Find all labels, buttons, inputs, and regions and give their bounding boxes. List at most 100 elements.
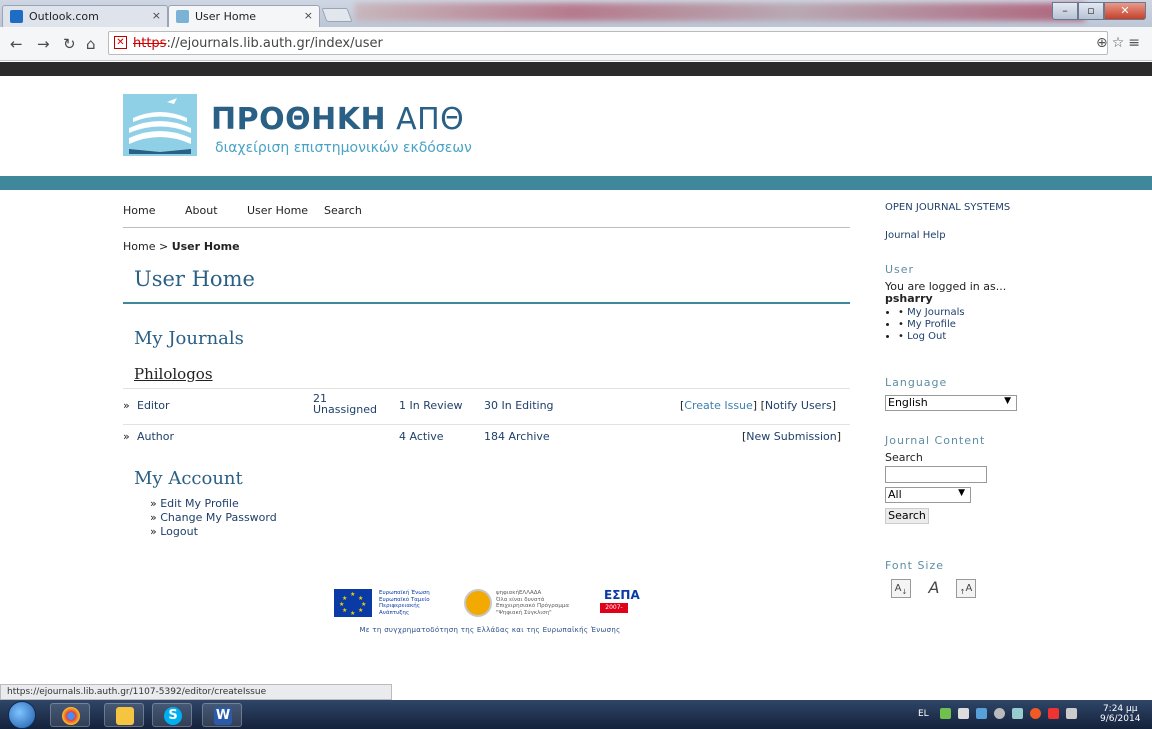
log-out-link[interactable]: Log Out [907, 331, 946, 342]
new-tab-button[interactable] [321, 8, 353, 22]
nav-search[interactable]: Search [324, 204, 362, 217]
edit-profile-link[interactable]: Edit My Profile [160, 497, 239, 510]
font-smaller-button[interactable]: A↓ [891, 579, 911, 598]
tab-outlook[interactable]: Outlook.com × [2, 5, 168, 27]
reload-icon[interactable]: ↻ [63, 35, 76, 53]
my-account-heading: My Account [134, 468, 243, 489]
close-tab-icon[interactable]: × [304, 9, 313, 22]
sidebar-ojs: OPEN JOURNAL SYSTEMS [885, 202, 1010, 213]
editor-role-row: » Editor 21 Unassigned 1 In Review 30 In … [123, 388, 850, 424]
word-taskbar-button[interactable]: W [202, 703, 242, 727]
volume-icon[interactable] [1066, 708, 1077, 719]
my-profile-link[interactable]: My Profile [907, 319, 956, 330]
in-editing-link[interactable]: 30 In Editing [484, 399, 554, 412]
tab-label: User Home [195, 10, 257, 23]
notify-users-link[interactable]: Notify Users [765, 399, 832, 412]
language-heading: Language [885, 376, 948, 389]
network-signal-icon[interactable] [1012, 708, 1023, 719]
nav-user-home[interactable]: User Home [247, 204, 308, 217]
menu-icon[interactable]: ≡ [1128, 35, 1144, 51]
logo-title-thin: ΑΠΘ [386, 102, 465, 137]
explorer-taskbar-button[interactable] [104, 703, 144, 727]
editor-role-link[interactable]: Editor [137, 399, 170, 412]
logout-link[interactable]: Logout [160, 525, 198, 538]
sidebar-help: Journal Help [885, 230, 946, 241]
tray-app-icon[interactable] [940, 708, 951, 719]
tray-app-icon[interactable] [976, 708, 987, 719]
journal-help-link[interactable]: Journal Help [885, 230, 946, 241]
eu-text-line: Ανάπτυξης [379, 609, 410, 616]
forward-icon[interactable]: → [37, 35, 50, 53]
new-submission-link[interactable]: New Submission [746, 430, 836, 443]
start-button[interactable] [8, 701, 36, 729]
zoom-icon[interactable]: ⊕ [1096, 35, 1112, 51]
outlook-favicon-icon [10, 10, 23, 23]
breadcrumb-home[interactable]: Home [123, 240, 155, 253]
font-default-button[interactable]: A [924, 579, 944, 598]
logo-title: ΠΡΟΘΗΚΗ ΑΠΘ [211, 102, 464, 137]
minimize-button[interactable]: – [1052, 2, 1078, 20]
font-larger-icon: A [965, 583, 973, 594]
tab-user-home[interactable]: User Home × [168, 5, 320, 27]
search-input[interactable] [885, 466, 987, 483]
bullet: » [150, 497, 161, 510]
list-item: » Change My Password [150, 511, 277, 525]
ojs-link[interactable]: OPEN JOURNAL SYSTEMS [885, 202, 1010, 213]
bullet: » [150, 511, 161, 524]
list-item: • My Profile [898, 319, 965, 331]
active-submissions-link[interactable]: 4 Active [399, 430, 444, 443]
breadcrumb-current[interactable]: User Home [172, 240, 240, 253]
nav-home[interactable]: Home [123, 204, 155, 217]
author-role-link[interactable]: Author [137, 430, 174, 443]
my-journals-link[interactable]: My Journals [907, 307, 965, 318]
action-center-flag-icon[interactable] [1048, 708, 1059, 719]
editor-actions: [Create Issue] [Notify Users] [680, 399, 837, 412]
maximize-button[interactable]: ▫ [1078, 2, 1104, 20]
list-item: » Logout [150, 525, 277, 539]
font-larger-button[interactable]: ↑A [956, 579, 976, 598]
page-title: User Home [134, 267, 255, 291]
unassigned-count-link[interactable]: 21 Unassigned [313, 393, 377, 415]
row-bullet: » [123, 430, 130, 443]
clock-time: 7:24 μμ [1102, 704, 1138, 714]
chrome-taskbar-button[interactable] [50, 703, 90, 727]
bookmark-star-icon[interactable]: ☆ [1112, 35, 1129, 51]
change-password-link[interactable]: Change My Password [160, 511, 277, 524]
folder-icon [116, 707, 134, 725]
eu-flag-icon: ★ ★ ★ ★ ★ ★ ★ ★ [334, 589, 372, 617]
search-scope-select[interactable]: All ▼ [885, 487, 971, 503]
tray-app-icon[interactable] [994, 708, 1005, 719]
back-icon[interactable]: ← [10, 35, 23, 53]
tray-app-icon[interactable] [1030, 708, 1041, 719]
page-favicon-icon [176, 10, 189, 23]
search-scope-value: All [888, 488, 902, 501]
row-bullet: » [123, 399, 130, 412]
address-bar[interactable]: ✕ https://ejournals.lib.auth.gr/index/us… [108, 31, 1108, 55]
main-nav: Home About User Home Search [123, 204, 850, 228]
sidebar-user-heading: User [885, 263, 915, 276]
insecure-lock-icon[interactable]: ✕ [114, 36, 127, 49]
language-select[interactable]: English ▼ [885, 395, 1017, 411]
close-window-button[interactable]: ✕ [1104, 2, 1146, 20]
eu-text-line: Ευρωπαϊκή Ένωση [379, 590, 430, 596]
dig-text-line: "Ψηφιακή Σύγκλιση" [496, 609, 552, 616]
close-tab-icon[interactable]: × [152, 9, 161, 22]
search-button[interactable]: Search [885, 508, 929, 524]
site-logo[interactable]: ΠΡΟΘΗΚΗ ΑΠΘ διαχείριση επιστημονικών εκδ… [123, 90, 483, 170]
in-review-link[interactable]: 1 In Review [399, 399, 462, 412]
author-role-row: » Author 4 Active 184 Archive [New Submi… [123, 424, 850, 446]
archive-link[interactable]: 184 Archive [484, 430, 550, 443]
top-dark-bar [0, 62, 1152, 76]
bullet: » [150, 525, 161, 538]
create-issue-link[interactable]: Create Issue [684, 399, 753, 412]
home-icon[interactable]: ⌂ [86, 35, 96, 53]
toolbar-actions[interactable]: ⊕☆≡ [1096, 35, 1144, 51]
nav-about[interactable]: About [185, 204, 218, 217]
input-language[interactable]: EL [918, 709, 929, 719]
tray-app-icon[interactable] [958, 708, 969, 719]
clock[interactable]: 7:24 μμ 9/6/2014 [1100, 704, 1140, 724]
skype-taskbar-button[interactable]: S [152, 703, 192, 727]
window-controls: – ▫ ✕ [1052, 2, 1146, 20]
journal-content-heading: Journal Content [885, 434, 986, 447]
journal-link[interactable]: Philologos [134, 365, 213, 383]
